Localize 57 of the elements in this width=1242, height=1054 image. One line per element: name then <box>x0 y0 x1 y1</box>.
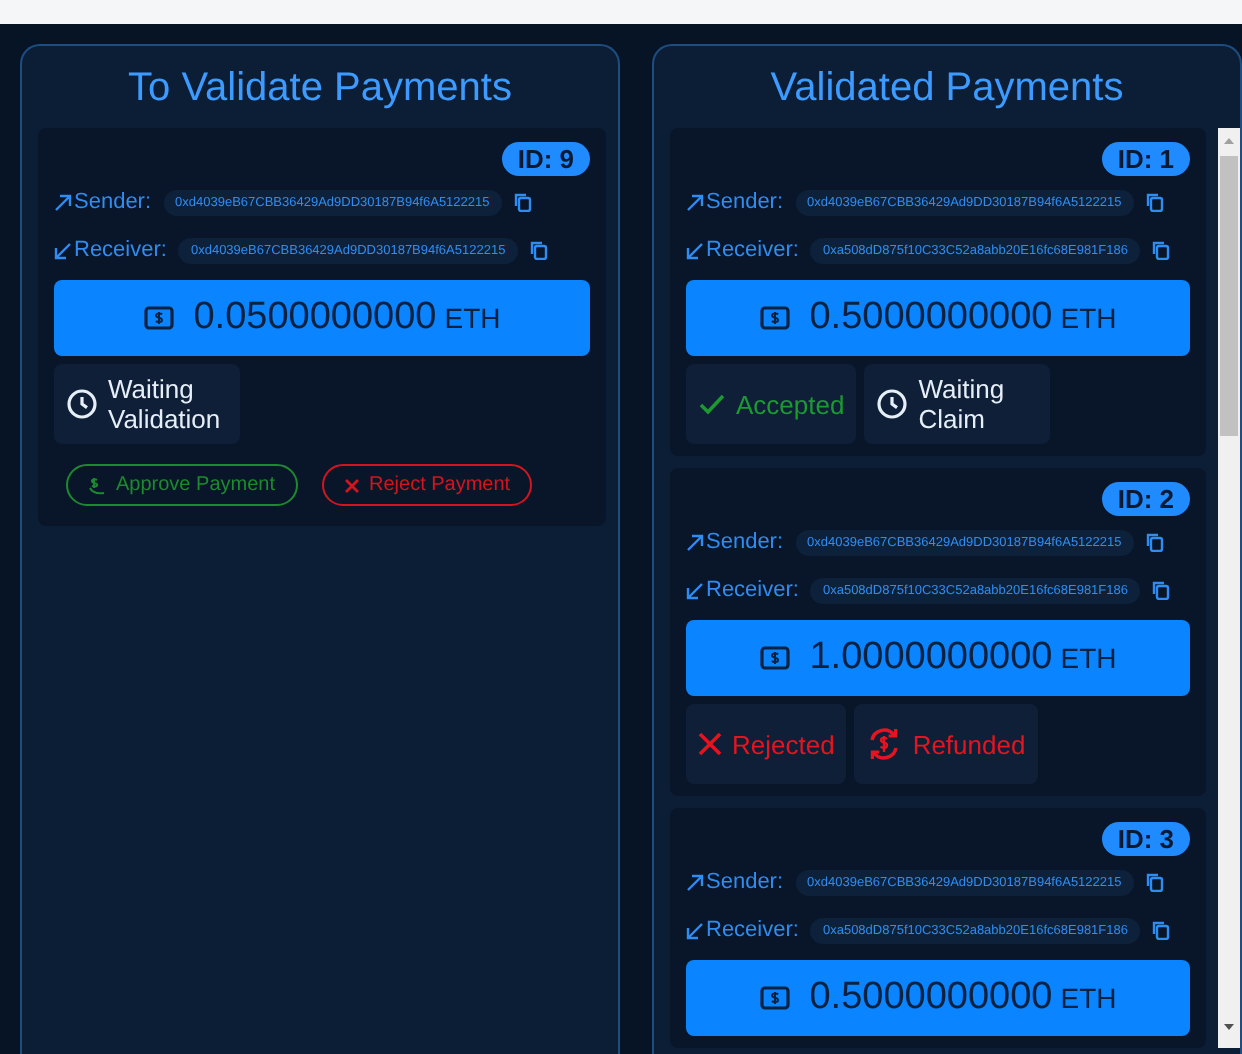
arrow-up-right-icon <box>54 193 72 211</box>
sender-label: Sender: <box>706 530 784 554</box>
copy-icon[interactable] <box>1145 192 1164 212</box>
arrow-up-right-icon <box>686 533 704 551</box>
approve-button[interactable]: Approve Payment <box>66 464 297 506</box>
cash-icon <box>143 306 174 330</box>
cash-icon <box>759 306 790 330</box>
status-text: Accepted <box>736 389 845 419</box>
currency-unit: ETH <box>1060 982 1117 1014</box>
status-text: Refunded <box>912 729 1026 759</box>
reject-button[interactable]: Reject Payment <box>321 464 533 506</box>
cash-icon <box>759 986 790 1010</box>
amount-value: 1.0000000000 <box>809 636 1053 680</box>
id-badge: ID: 3 <box>1101 822 1190 856</box>
arrow-down-left-icon <box>686 921 704 939</box>
x-icon <box>698 732 722 756</box>
copy-icon[interactable] <box>1145 532 1164 552</box>
x-icon <box>343 477 359 493</box>
copy-icon[interactable] <box>1151 580 1170 600</box>
currency-unit: ETH <box>1060 642 1117 674</box>
amount-value: 0.5000000000 <box>809 296 1053 340</box>
receiver-label: Receiver: <box>74 238 167 262</box>
amount-value: 0.0500000000 <box>193 296 437 340</box>
arrow-down-left-icon <box>54 241 72 259</box>
id-badge: ID: 1 <box>1101 142 1190 176</box>
scrollbar[interactable] <box>1218 128 1240 1048</box>
clock-icon <box>66 388 98 420</box>
receiver-label: Receiver: <box>706 918 799 942</box>
status-text: Waiting Validation <box>108 374 223 434</box>
panel-title: Validated Payments <box>768 64 1126 114</box>
arrow-up-right-icon <box>686 873 704 891</box>
sender-label: Sender: <box>706 190 784 214</box>
copy-icon[interactable] <box>1151 920 1170 940</box>
sender-label: Sender: <box>74 190 152 214</box>
copy-icon[interactable] <box>529 240 548 260</box>
dollar-refresh-icon <box>866 726 903 762</box>
amount-value: 0.5000000000 <box>809 976 1053 1020</box>
panel-title: To Validate Payments <box>126 64 514 114</box>
sender-label: Sender: <box>706 870 784 894</box>
currency-unit: ETH <box>444 302 501 334</box>
arrow-down-left-icon <box>686 241 704 259</box>
status-text: Waiting Claim <box>918 374 1007 434</box>
arrow-up-right-icon <box>686 193 704 211</box>
currency-unit: ETH <box>1060 302 1117 334</box>
cash-icon <box>759 646 790 670</box>
receiver-label: Receiver: <box>706 578 799 602</box>
check-icon <box>698 390 726 418</box>
status-text: Rejected <box>732 729 835 759</box>
id-badge: ID: 2 <box>1101 482 1190 516</box>
dollar-hand-icon <box>88 475 106 495</box>
arrow-down-left-icon <box>686 581 704 599</box>
copy-icon[interactable] <box>1151 240 1170 260</box>
clock-icon <box>876 388 909 420</box>
id-badge: ID: 9 <box>501 142 590 176</box>
receiver-label: Receiver: <box>706 238 799 262</box>
copy-icon[interactable] <box>1145 872 1164 892</box>
copy-icon[interactable] <box>513 192 532 212</box>
